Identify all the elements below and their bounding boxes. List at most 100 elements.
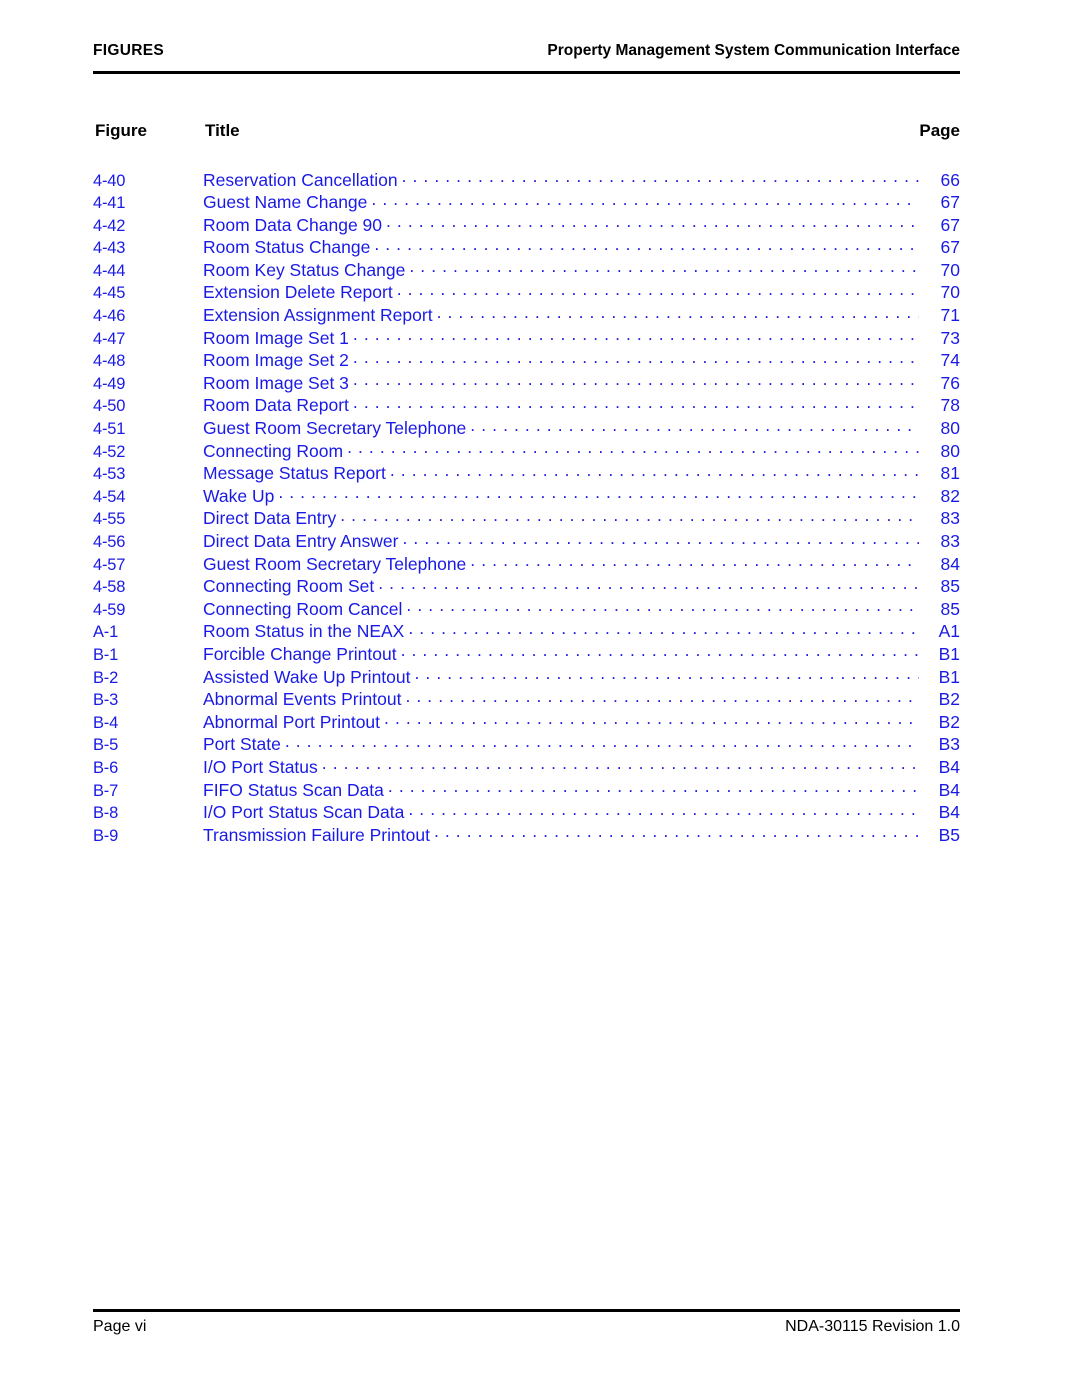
figure-entry-row[interactable]: B-3 Abnormal Events Printout B2 <box>93 688 960 711</box>
header-document-title: Property Management System Communication… <box>547 42 960 59</box>
figure-title: Abnormal Events Printout <box>203 689 402 710</box>
dot-leader <box>405 688 919 706</box>
figure-title: I/O Port Status <box>203 756 318 777</box>
figure-entry-row[interactable]: 4-40 Reservation Cancellation 66 <box>93 168 960 191</box>
figure-title: Guest Room Secretary Telephone <box>203 553 467 574</box>
figure-entry-row[interactable]: 4-46 Extension Assignment Report 71 <box>93 304 960 327</box>
dot-leader <box>437 304 919 322</box>
figure-entry-row[interactable]: 4-53 Message Status Report 81 <box>93 462 960 485</box>
figure-entry-row[interactable]: 4-43 Room Status Change 67 <box>93 236 960 259</box>
figure-entry-row[interactable]: 4-52 Connecting Room 80 <box>93 439 960 462</box>
figure-number: 4-55 <box>93 510 126 529</box>
figure-number: 4-52 <box>93 442 126 461</box>
figure-number: B-6 <box>93 758 119 777</box>
figure-entry-row[interactable]: B-6 I/O Port Status B4 <box>93 755 960 778</box>
figure-number: 4-59 <box>93 600 126 619</box>
dot-leader <box>322 755 919 773</box>
figure-entry-row[interactable]: B-9 Transmission Failure Printout B5 <box>93 823 960 846</box>
figure-entry-row[interactable]: 4-48 Room Image Set 2 74 <box>93 349 960 372</box>
column-header-page: Page <box>919 121 960 140</box>
figure-number: B-8 <box>93 804 119 823</box>
figure-title: Abnormal Port Printout <box>203 711 381 732</box>
figure-entry-row[interactable]: B-1 Forcible Change Printout B1 <box>93 642 960 665</box>
figure-title: Room Status in the NEAX <box>203 621 405 642</box>
figure-entry-row[interactable]: 4-47 Room Image Set 1 73 <box>93 326 960 349</box>
figure-title: Connecting Room Set <box>203 576 375 597</box>
dot-leader <box>347 439 919 457</box>
footer-page-number: Page vi <box>93 1318 147 1335</box>
figure-number: B-9 <box>93 826 119 845</box>
figure-page-number: B1 <box>938 666 960 687</box>
figure-entry-row[interactable]: 4-56 Direct Data Entry Answer 83 <box>93 530 960 553</box>
figure-entry-row[interactable]: 4-50 Room Data Report 78 <box>93 394 960 417</box>
figure-entry-row[interactable]: 4-58 Connecting Room Set 85 <box>93 575 960 598</box>
figure-entry-row[interactable]: 4-57 Guest Room Secretary Telephone 84 <box>93 552 960 575</box>
figure-page-number: 82 <box>940 485 960 506</box>
figure-page-number: 73 <box>940 327 960 348</box>
figure-page-number: 85 <box>940 598 960 619</box>
figure-number: 4-58 <box>93 578 126 597</box>
figure-page-number: 66 <box>940 169 960 190</box>
figure-entry-row[interactable]: 4-55 Direct Data Entry 83 <box>93 507 960 530</box>
figure-page-number: 78 <box>940 395 960 416</box>
figure-number: 4-43 <box>93 239 126 258</box>
figure-entry-row[interactable]: A-1 Room Status in the NEAX A1 <box>93 620 960 643</box>
figure-number: 4-50 <box>93 397 126 416</box>
dot-leader <box>386 213 919 231</box>
figure-number: 4-48 <box>93 352 126 371</box>
figure-entry-row[interactable]: 4-59 Connecting Room Cancel 85 <box>93 597 960 620</box>
figure-number: 4-49 <box>93 374 126 393</box>
figure-page-number: 76 <box>940 372 960 393</box>
dot-leader <box>378 575 919 593</box>
figure-entry-row[interactable]: 4-51 Guest Room Secretary Telephone 80 <box>93 417 960 440</box>
figure-entry-row[interactable]: 4-45 Extension Delete Report 70 <box>93 281 960 304</box>
figure-entry-row[interactable]: B-4 Abnormal Port Printout B2 <box>93 710 960 733</box>
figure-entry-row[interactable]: 4-54 Wake Up 82 <box>93 484 960 507</box>
figure-entry-row[interactable]: B-7 FIFO Status Scan Data B4 <box>93 778 960 801</box>
figure-entry-row[interactable]: 4-41 Guest Name Change 67 <box>93 191 960 214</box>
figure-entry-row[interactable]: 4-49 Room Image Set 3 76 <box>93 371 960 394</box>
dot-leader <box>409 258 919 276</box>
figure-number: 4-45 <box>93 284 126 303</box>
figure-page-number: 85 <box>940 576 960 597</box>
figure-entry-row[interactable]: B-5 Port State B3 <box>93 733 960 756</box>
figure-title: Room Image Set 1 <box>203 327 349 348</box>
figure-number: 4-44 <box>93 261 126 280</box>
figure-page-number: B3 <box>938 734 960 755</box>
figure-page-number: B4 <box>938 802 960 823</box>
figure-title: Port State <box>203 734 281 755</box>
figure-title: Room Key Status Change <box>203 259 406 280</box>
figure-page-number: 83 <box>940 508 960 529</box>
dot-leader <box>402 168 919 186</box>
footer-document-revision: NDA-30115 Revision 1.0 <box>785 1318 960 1335</box>
figure-number: B-4 <box>93 713 119 732</box>
figure-entry-row[interactable]: 4-44 Room Key Status Change 70 <box>93 258 960 281</box>
figure-number: B-2 <box>93 668 119 687</box>
figure-title: Guest Name Change <box>203 192 368 213</box>
figure-number: 4-46 <box>93 307 126 326</box>
figure-page-number: 80 <box>940 418 960 439</box>
dot-leader <box>470 552 919 570</box>
dot-leader <box>353 371 919 389</box>
column-header-title: Title <box>205 121 240 140</box>
figure-title: Extension Assignment Report <box>203 305 433 326</box>
figure-page-number: 80 <box>940 440 960 461</box>
figure-title: Direct Data Entry <box>203 508 337 529</box>
figure-title: Assisted Wake Up Printout <box>203 666 411 687</box>
dot-leader <box>406 597 919 615</box>
column-header-figure: Figure <box>95 121 147 140</box>
figure-page-number: 71 <box>940 305 960 326</box>
figure-title: FIFO Status Scan Data <box>203 779 384 800</box>
figure-number: 4-57 <box>93 555 126 574</box>
figure-entry-row[interactable]: B-8 I/O Port Status Scan Data B4 <box>93 801 960 824</box>
dot-leader <box>408 801 919 819</box>
dot-leader <box>388 778 919 796</box>
figure-page-number: 74 <box>940 350 960 371</box>
list-of-figures: 4-40 Reservation Cancellation 66 4-41 Guest … <box>93 168 960 846</box>
dot-leader <box>278 484 919 502</box>
figure-entry-row[interactable]: B-2 Assisted Wake Up Printout B1 <box>93 665 960 688</box>
dot-leader <box>371 191 919 209</box>
figure-title: Room Image Set 3 <box>203 372 349 393</box>
figure-title: Forcible Change Printout <box>203 643 397 664</box>
figure-entry-row[interactable]: 4-42 Room Data Change 90 67 <box>93 213 960 236</box>
